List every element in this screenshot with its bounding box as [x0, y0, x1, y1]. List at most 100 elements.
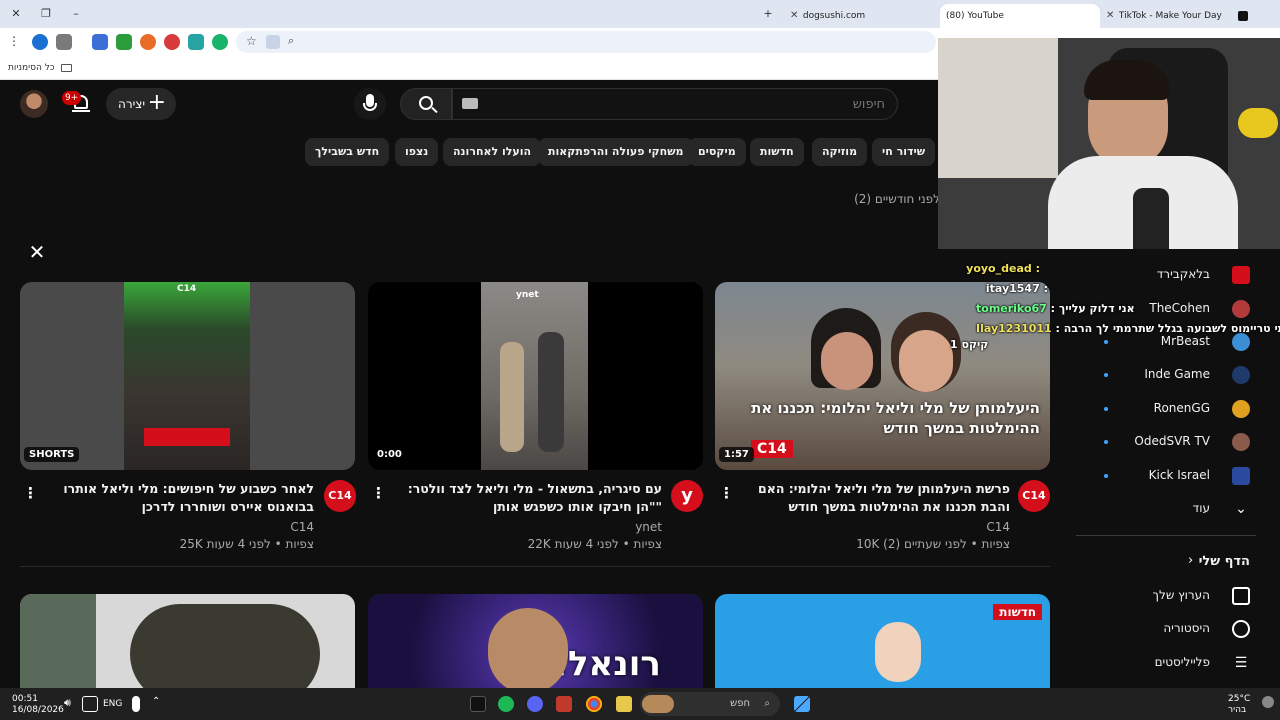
chip-action-games[interactable]: משחקי פעולה והרפתקאות: [538, 138, 694, 166]
thumbnail-logo: C14: [751, 440, 793, 458]
row-divider: [20, 566, 1050, 567]
chip-recently-uploaded[interactable]: הועלו לאחרונה: [443, 138, 542, 166]
chat-message: yoyo_dead :: [966, 262, 1040, 275]
weather-temp[interactable]: 25°C: [1228, 694, 1250, 705]
video-meta: 22K צפיות • לפני 4 שעות: [527, 537, 662, 551]
channel-avatar[interactable]: C14: [1018, 480, 1050, 512]
video-title[interactable]: עם סיגריה, בתשאול - מלי וליאל לצד וולטר:…: [392, 480, 662, 516]
chip-new-for-you[interactable]: חדש בשבילך: [305, 138, 390, 166]
plus-icon: +: [147, 90, 166, 115]
chrome-icon[interactable]: [586, 696, 602, 712]
chevron-up-icon[interactable]: ⌃: [152, 696, 168, 712]
clock-time[interactable]: 00:51: [12, 694, 38, 705]
volume-icon[interactable]: 🔊︎: [64, 696, 80, 712]
account-avatar[interactable]: [20, 90, 48, 118]
chevron-right-icon: ›: [1188, 553, 1194, 568]
video-thumbnail[interactable]: C14 SHORTS: [20, 282, 355, 470]
windows-start-icon[interactable]: [794, 696, 810, 712]
tab-tiktok[interactable]: ✕ TikTok - Make Your Day: [1100, 4, 1260, 28]
channel-name[interactable]: ynet: [392, 520, 662, 534]
minimize-window-icon[interactable]: –: [68, 6, 84, 22]
maximize-window-icon[interactable]: ❐: [38, 6, 54, 22]
keyboard-icon[interactable]: [462, 98, 478, 109]
duration-badge: 0:00: [372, 447, 407, 462]
more-options-icon[interactable]: ⋮: [371, 483, 386, 503]
more-options-icon[interactable]: ⋮: [719, 483, 734, 503]
shorts-badge: SHORTS: [24, 447, 80, 462]
extension-icon[interactable]: [116, 34, 132, 50]
tab-close-icon[interactable]: ✕: [1106, 6, 1116, 26]
sidebar-more[interactable]: עוד ⌄: [1080, 496, 1280, 524]
notification-icon[interactable]: [1262, 696, 1274, 708]
video-title[interactable]: לאחר כשבוע של חיפושים: מלי וליאל אותרו ב…: [44, 480, 314, 516]
channel-name[interactable]: C14: [740, 520, 1010, 534]
chat-message: קיקס 1: [950, 338, 989, 351]
sidebar-subscription[interactable]: OdedSVR TV: [1080, 429, 1280, 457]
sidebar-divider: [1076, 535, 1256, 536]
tab-youtube[interactable]: (80) YouTube: [940, 4, 1100, 28]
network-icon[interactable]: [82, 696, 98, 712]
chat-message: Ilay1231011 : שלך קיבלתי טריימוס לשבועה …: [976, 322, 1280, 335]
search-input[interactable]: [452, 88, 898, 120]
video-thumbnail[interactable]: חדשות: [715, 594, 1050, 694]
video-thumbnail[interactable]: ynet 0:00: [368, 282, 703, 470]
taskbar-search[interactable]: חפש ⌕: [640, 692, 780, 716]
file-explorer-icon[interactable]: [616, 696, 632, 712]
notification-count-badge: 9+: [62, 91, 82, 105]
app-icon[interactable]: [556, 696, 572, 712]
extension-icon[interactable]: [212, 34, 228, 50]
discord-icon[interactable]: [527, 696, 543, 712]
channel-avatar[interactable]: C14: [324, 480, 356, 512]
windows-taskbar: 00:51 16/08/2026 🔊︎ ENG ⌃ חפש ⌕ 25°C בהי…: [0, 688, 1280, 720]
close-icon[interactable]: ✕: [27, 242, 47, 262]
tab-close-icon[interactable]: ✕: [790, 6, 800, 26]
menu-dots-icon[interactable]: ⋮: [8, 34, 20, 50]
address-bar[interactable]: ☆ ⌕: [236, 31, 936, 53]
sidebar-history[interactable]: היסטוריה: [1080, 616, 1280, 644]
chip-news[interactable]: חדשות: [750, 138, 804, 166]
sidebar-subscription[interactable]: RonenGG: [1080, 396, 1280, 424]
tab-dogsushi[interactable]: ✕ dogsushi.com: [784, 4, 934, 28]
clock-date[interactable]: 16/08/2026: [12, 705, 64, 716]
chip-watched[interactable]: נצפו: [395, 138, 439, 166]
sidebar-you-header[interactable]: הדף שלי ›: [1080, 549, 1280, 577]
all-bookmarks-folder[interactable]: כל הסימניות: [8, 60, 73, 76]
translate-icon[interactable]: [266, 35, 280, 49]
channel-avatar: [1232, 366, 1250, 384]
channel-avatar[interactable]: y: [671, 480, 703, 512]
language-indicator[interactable]: ENG: [103, 699, 122, 710]
weather-desc: בהיר: [1228, 705, 1247, 715]
playlists-icon: ☰: [1234, 655, 1248, 671]
video-thumbnail[interactable]: [20, 594, 355, 694]
extension-icon[interactable]: [140, 34, 156, 50]
more-options-icon[interactable]: ⋮: [23, 483, 38, 503]
spotify-icon[interactable]: [498, 696, 514, 712]
bookmark-star-icon[interactable]: ☆: [246, 34, 257, 48]
sidebar-subscription[interactable]: Kick Israel: [1080, 463, 1280, 491]
voice-search-button[interactable]: [354, 88, 386, 120]
extensions-icon[interactable]: [92, 34, 108, 50]
chip-mixes[interactable]: מיקסים: [688, 138, 746, 166]
epic-games-icon[interactable]: [470, 696, 486, 712]
sidebar-subscription[interactable]: Inde Game: [1080, 362, 1280, 390]
channel-name[interactable]: C14: [44, 520, 314, 534]
close-window-icon[interactable]: ✕: [8, 6, 24, 22]
thumbnail-logo: ynet: [516, 290, 539, 300]
microphone-icon[interactable]: [132, 696, 140, 712]
new-tab-icon[interactable]: +: [760, 6, 776, 22]
tiktok-favicon-icon: [1238, 11, 1248, 21]
profile-icon[interactable]: [32, 34, 48, 50]
search-button[interactable]: [400, 88, 452, 120]
zoom-icon[interactable]: ⌕: [288, 34, 294, 48]
sidebar-playlists[interactable]: פלייליסטים ☰: [1080, 650, 1280, 678]
video-title[interactable]: פרשת היעלמותן של מלי וליאל יהלומי: האם ו…: [740, 480, 1010, 516]
chip-music[interactable]: מוזיקה: [812, 138, 868, 166]
history-icon: [1232, 620, 1250, 638]
create-button[interactable]: יצירה +: [106, 88, 176, 120]
reading-list-icon[interactable]: [56, 34, 72, 50]
sidebar-your-channel[interactable]: הערוץ שלך: [1080, 583, 1280, 611]
extension-icon[interactable]: [188, 34, 204, 50]
extension-icon[interactable]: [164, 34, 180, 50]
chip-live[interactable]: שידור חי: [872, 138, 936, 166]
video-thumbnail[interactable]: רונאלד: [368, 594, 703, 694]
